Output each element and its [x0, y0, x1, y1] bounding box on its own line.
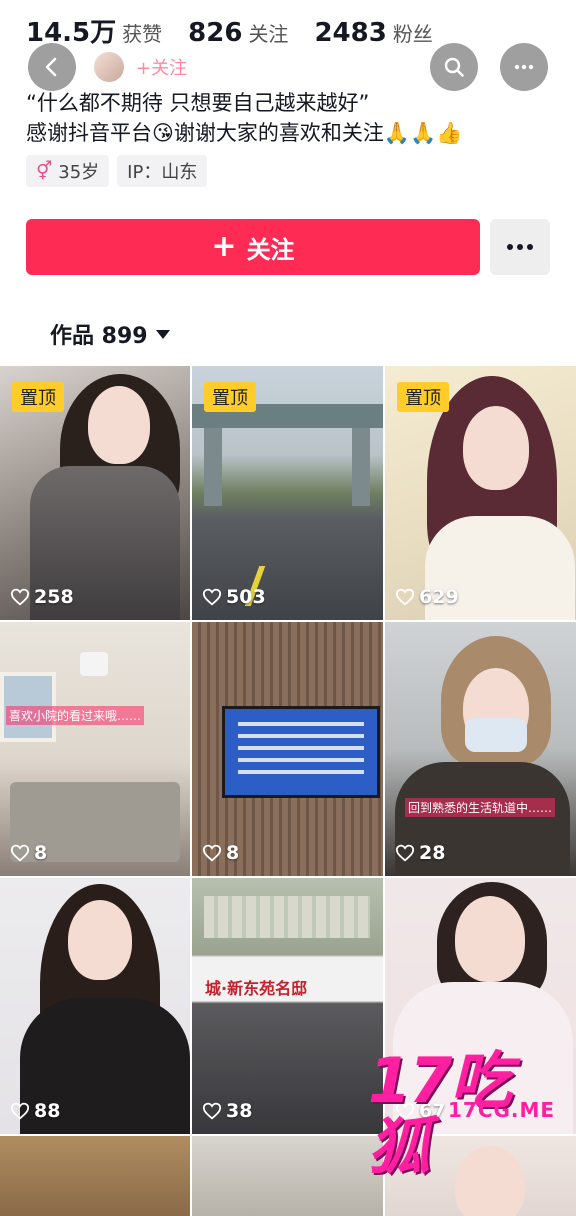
watermark-logo: 17吃狐 17CG.ME [368, 1048, 568, 1180]
stat-followers-value: 2483 [314, 18, 387, 48]
like-count-value: 38 [226, 1100, 253, 1122]
like-count-value: 8 [34, 842, 48, 864]
heart-icon [395, 844, 415, 862]
like-count: 258 [10, 586, 74, 608]
search-icon [444, 57, 464, 77]
air-conditioner [80, 652, 108, 676]
like-count-value: 258 [34, 586, 74, 608]
follow-button[interactable]: + 关注 [26, 219, 480, 275]
more-icon [507, 244, 533, 250]
search-button[interactable] [430, 43, 478, 91]
like-count: 8 [10, 842, 47, 864]
pinned-badge: 置顶 [12, 382, 64, 412]
works-tab[interactable]: 作品 899 [50, 318, 170, 350]
stat-following-value: 826 [188, 18, 243, 48]
heart-icon [395, 588, 415, 606]
profile-stats: 14.5万 获赞 826 关注 2483 粉丝 [26, 12, 433, 54]
gender-icon: ⚥ [36, 160, 53, 182]
video-tile[interactable] [192, 1136, 383, 1216]
more-icon [514, 64, 534, 70]
video-tile[interactable]: 置顶 503 [192, 366, 383, 620]
video-caption: 城·新东苑名邸 [205, 979, 308, 998]
face-mask [465, 718, 527, 752]
heart-icon [10, 844, 30, 862]
heart-icon [202, 1102, 222, 1120]
avatar[interactable] [92, 50, 126, 84]
like-count-value: 629 [419, 586, 459, 608]
heart-icon [10, 1102, 30, 1120]
gate-pillar [204, 428, 222, 506]
caret-down-icon [155, 329, 170, 339]
video-tile[interactable]: 置顶 629 [385, 366, 576, 620]
back-icon [45, 57, 57, 77]
age-tag-label: 35岁 [58, 162, 100, 183]
video-tile[interactable]: 喜欢小院的看过来哦…… 8 [0, 622, 190, 876]
back-button[interactable] [28, 43, 76, 91]
pinned-badge: 置顶 [397, 382, 449, 412]
age-tag: ⚥ 35岁 [26, 155, 110, 187]
video-tile[interactable]: 置顶 258 [0, 366, 190, 620]
like-count: 629 [395, 586, 459, 608]
video-tile[interactable]: 回到熟悉的生活轨道中…… 28 [385, 622, 576, 876]
stat-likes-label: 获赞 [122, 22, 163, 46]
like-count-value: 8 [226, 842, 240, 864]
more-actions-button[interactable] [490, 219, 550, 275]
like-count: 38 [202, 1100, 252, 1122]
watermark-url: 17CG.ME [448, 1098, 556, 1122]
ip-tag: IP：山东 [117, 155, 208, 187]
heart-icon [10, 588, 30, 606]
building-model [204, 896, 370, 938]
like-count-value: 88 [34, 1100, 61, 1122]
mini-follow-button[interactable]: +关注 [136, 54, 187, 80]
gate-pillar [352, 428, 370, 506]
stat-followers[interactable]: 2483 粉丝 [314, 18, 432, 48]
like-count: 8 [202, 842, 239, 864]
profile-bio: “什么都不期待 只想要自己越来越好” 感谢抖音平台😘谢谢大家的喜欢和关注🙏🙏👍 [26, 88, 546, 148]
stat-following-label: 关注 [248, 22, 289, 46]
like-count: 28 [395, 842, 445, 864]
video-tile[interactable]: 8 [192, 622, 383, 876]
video-tile[interactable]: 88 [0, 878, 190, 1134]
like-count-value: 503 [226, 586, 266, 608]
heart-icon [202, 844, 222, 862]
bio-line-quote: “什么都不期待 只想要自己越来越好” [26, 91, 370, 115]
portrait-face [455, 896, 525, 982]
stat-likes-value: 14.5万 [26, 18, 117, 48]
like-count-value: 28 [419, 842, 446, 864]
stat-following[interactable]: 826 关注 [188, 18, 288, 48]
portrait-face [463, 406, 529, 490]
plus-icon: + [211, 229, 237, 264]
works-tab-label: 作品 899 [50, 324, 148, 349]
screen-content [238, 722, 364, 782]
like-count: 503 [202, 586, 266, 608]
stat-followers-label: 粉丝 [392, 22, 433, 46]
video-caption: 喜欢小院的看过来哦…… [6, 706, 145, 725]
portrait-face [68, 900, 132, 980]
video-tile[interactable] [0, 1136, 190, 1216]
like-count: 88 [10, 1100, 60, 1122]
ip-tag-label: IP：山东 [127, 162, 198, 183]
follow-button-label: 关注 [246, 235, 295, 264]
bio-line-thanks: 感谢抖音平台😘谢谢大家的喜欢和关注🙏🙏👍 [26, 121, 463, 145]
portrait-face [88, 386, 150, 464]
video-tile[interactable]: 城·新东苑名邸 38 [192, 878, 383, 1134]
profile-tags: ⚥ 35岁 IP：山东 [26, 155, 208, 187]
heart-icon [202, 588, 222, 606]
video-caption: 回到熟悉的生活轨道中…… [405, 798, 556, 817]
more-options-button[interactable] [500, 43, 548, 91]
pinned-badge: 置顶 [204, 382, 256, 412]
